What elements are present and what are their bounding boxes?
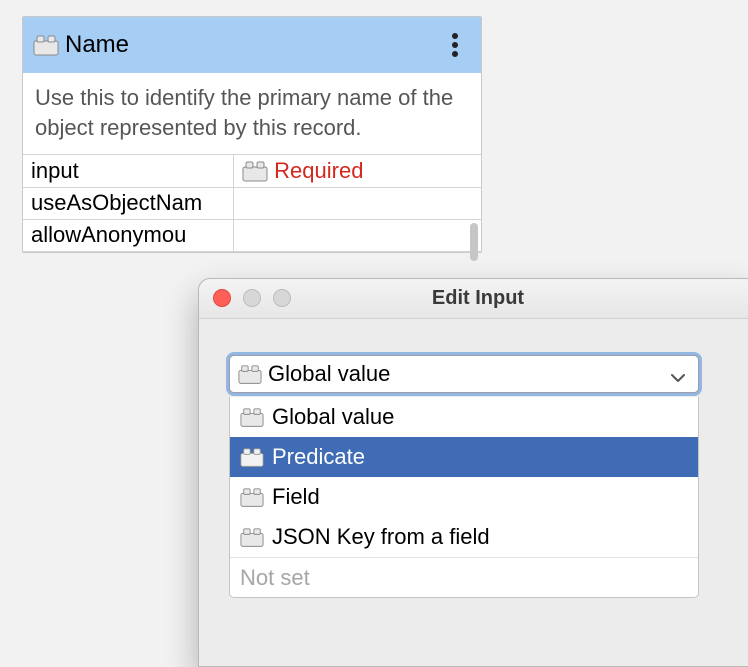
modal-title: Edit Input xyxy=(432,287,524,310)
card-title-text: Name xyxy=(65,31,129,59)
card-title-row: Name xyxy=(33,31,129,59)
schema-card: Name Use this to identify the primary na… xyxy=(22,16,482,253)
card-header: Name xyxy=(23,17,481,73)
option-label: JSON Key from a field xyxy=(272,524,490,550)
prop-key: input xyxy=(23,155,234,187)
prop-value: Required xyxy=(234,155,481,187)
dropdown-option-json-key[interactable]: JSON Key from a field xyxy=(230,517,698,557)
option-label: Field xyxy=(272,484,320,510)
table-row[interactable]: input Required xyxy=(23,155,481,187)
window-controls xyxy=(213,289,291,307)
card-description: Use this to identify the primary name of… xyxy=(23,73,481,155)
close-icon[interactable] xyxy=(213,289,231,307)
scrollbar-thumb[interactable] xyxy=(470,223,478,261)
not-set-label: Not set xyxy=(240,565,310,591)
select-value: Global value xyxy=(268,361,390,387)
prop-key: allowAnonymou xyxy=(23,219,234,251)
option-label: Global value xyxy=(272,404,394,430)
minimize-icon[interactable] xyxy=(243,289,261,307)
dropdown-option-global-value[interactable]: Global value xyxy=(230,397,698,437)
prop-value xyxy=(234,219,481,251)
lego-icon xyxy=(240,527,264,547)
edit-input-modal: Edit Input Global value Global value xyxy=(198,278,748,667)
lego-icon xyxy=(33,34,59,56)
dropdown-not-set[interactable]: Not set xyxy=(230,557,698,597)
prop-key: useAsObjectNam xyxy=(23,187,234,219)
lego-icon xyxy=(240,487,264,507)
modal-body: Global value Global value Predicate xyxy=(199,319,748,626)
option-label: Predicate xyxy=(272,444,365,470)
property-table: input Required useAsObjectNam allowAnony… xyxy=(23,155,481,252)
table-row[interactable]: allowAnonymou xyxy=(23,219,481,251)
lego-icon xyxy=(240,447,264,467)
lego-icon xyxy=(238,364,262,384)
input-type-dropdown: Global value Predicate Field JSON Key fr… xyxy=(229,397,699,598)
table-row[interactable]: useAsObjectNam xyxy=(23,187,481,219)
chevron-down-icon xyxy=(670,366,686,382)
dropdown-option-field[interactable]: Field xyxy=(230,477,698,517)
lego-icon xyxy=(240,407,264,427)
prop-value xyxy=(234,187,481,219)
more-menu-icon[interactable] xyxy=(443,31,467,59)
zoom-icon[interactable] xyxy=(273,289,291,307)
modal-titlebar: Edit Input xyxy=(199,279,748,319)
dropdown-option-predicate[interactable]: Predicate xyxy=(230,437,698,477)
lego-icon xyxy=(242,160,268,182)
prop-value-text: Required xyxy=(274,158,363,184)
input-type-select[interactable]: Global value xyxy=(229,355,699,393)
